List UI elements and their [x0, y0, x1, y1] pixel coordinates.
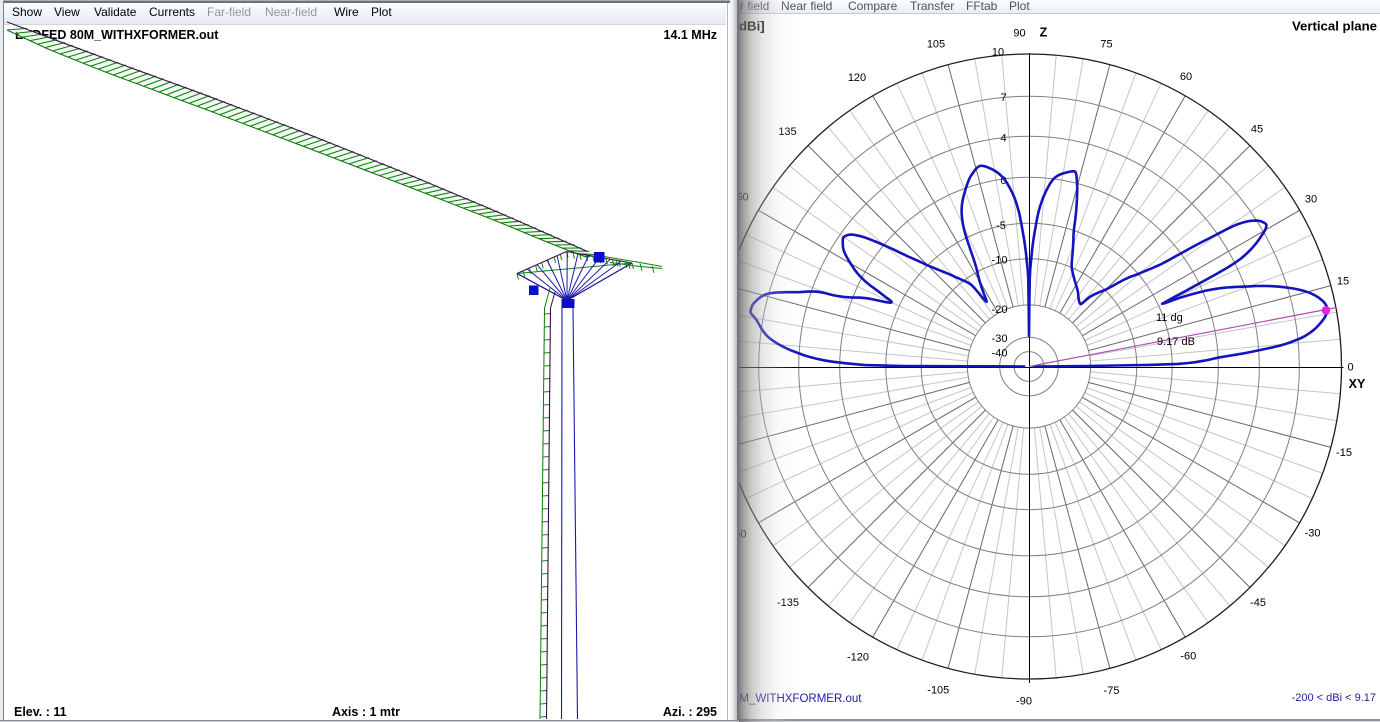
svg-text:75: 75 — [1100, 39, 1112, 51]
svg-text:-60: -60 — [1180, 651, 1196, 663]
svg-text:11 dg: 11 dg — [1156, 312, 1183, 324]
svg-text:-120: -120 — [847, 652, 869, 664]
svg-text:-90: -90 — [1016, 696, 1032, 708]
svg-text:45: 45 — [1251, 124, 1263, 136]
svg-text:4: 4 — [1000, 133, 1006, 145]
svg-text:-105: -105 — [927, 685, 949, 697]
svg-text:-200 < dBi < 9.17: -200 < dBi < 9.17 — [1292, 692, 1376, 704]
svg-text:0: 0 — [1347, 362, 1353, 374]
svg-text:-15: -15 — [1336, 447, 1352, 459]
svg-text:-10: -10 — [992, 255, 1008, 267]
svg-text:7: 7 — [1000, 92, 1006, 104]
svg-text:Vertical plane: Vertical plane — [1292, 19, 1377, 34]
svg-text:-20: -20 — [992, 304, 1008, 316]
svg-text:-30: -30 — [992, 333, 1008, 345]
svg-text:XY: XY — [1349, 377, 1366, 391]
svg-text:10: 10 — [992, 47, 1004, 59]
svg-text:120: 120 — [848, 72, 866, 84]
svg-text:Z: Z — [1040, 26, 1048, 40]
svg-text:15: 15 — [1337, 275, 1349, 287]
svg-text:-30: -30 — [1305, 528, 1321, 540]
svg-text:-75: -75 — [1104, 685, 1120, 697]
svg-text:30: 30 — [1305, 194, 1317, 206]
svg-text:-45: -45 — [1250, 597, 1266, 609]
svg-text:-5: -5 — [996, 220, 1006, 232]
svg-text:105: 105 — [927, 39, 945, 51]
svg-text:60: 60 — [1180, 71, 1192, 83]
svg-text:-40: -40 — [992, 348, 1008, 360]
svg-text:90: 90 — [1013, 27, 1025, 39]
svg-text:9.17 dB: 9.17 dB — [1157, 336, 1195, 348]
